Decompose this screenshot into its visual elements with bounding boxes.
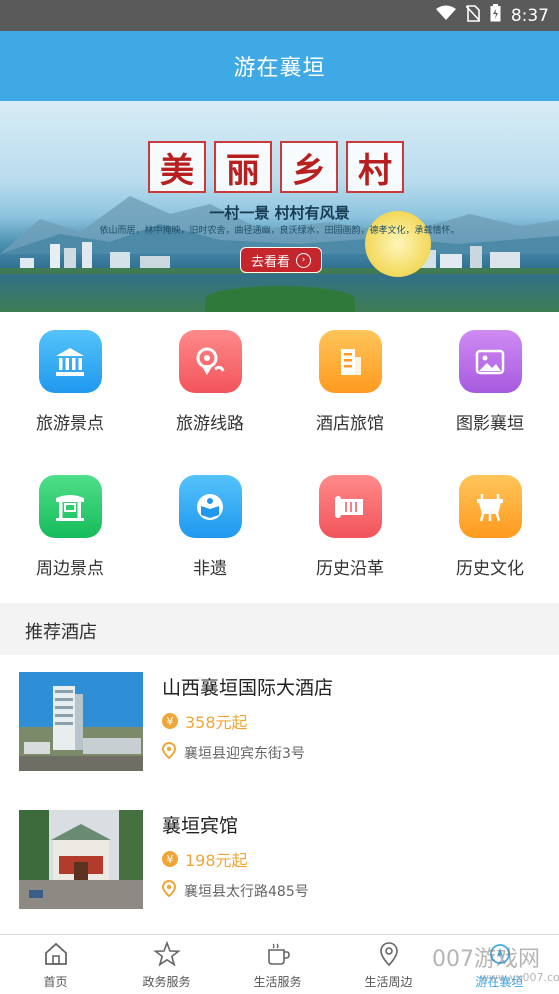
scroll-icon xyxy=(318,475,382,538)
headline-char: 丽 xyxy=(214,141,272,193)
location-pin-icon xyxy=(161,741,177,763)
hotel-name: 襄垣宾馆 xyxy=(162,815,239,837)
yen-icon: ¥ xyxy=(162,851,178,867)
home-icon xyxy=(44,942,67,965)
go-see-label: 去看看 xyxy=(250,254,290,270)
headline-char: 美 xyxy=(148,141,206,193)
book-icon xyxy=(178,475,242,538)
tab-label: 首页 xyxy=(43,975,68,989)
gate-icon xyxy=(38,475,102,538)
category-label: 非遗 xyxy=(193,559,227,579)
banner-small-text: 依山而居，林中掩映，旧时农舍，曲径通幽，良沃绿水，田园画韵，德孝文化，承载情怀。 xyxy=(99,226,460,236)
hotel-address: 襄垣县太行路485号 xyxy=(161,879,309,901)
category-label: 历史沿革 xyxy=(316,559,384,579)
hotel-photo xyxy=(19,672,143,771)
hotel-building-icon xyxy=(318,330,382,393)
tab-label: 生活服务 xyxy=(253,975,302,989)
price-text: 198元起 xyxy=(185,851,248,870)
category-grid: 旅游景点 旅游线路 酒店旅馆 图影襄垣 周边景点 非遗 历史沿革 历史文化 xyxy=(0,312,559,602)
headline-char: 乡 xyxy=(280,141,338,193)
category-label: 历史文化 xyxy=(456,559,524,579)
watermark-url: www.yx007.com xyxy=(480,971,559,984)
location-pin-icon xyxy=(161,879,177,901)
category-tour-routes[interactable]: 旅游线路 xyxy=(140,312,280,457)
location-icon xyxy=(379,942,398,967)
hotel-list-item[interactable]: 山西襄垣国际大酒店 ¥ 358元起 襄垣县迎宾东街3号 xyxy=(0,655,559,775)
hotel-list-item[interactable]: 襄垣宾馆 ¥ 198元起 襄垣县太行路485号 xyxy=(0,793,559,913)
category-hotels[interactable]: 酒店旅馆 xyxy=(280,312,420,457)
category-label: 周边景点 xyxy=(36,559,104,579)
tab-nearby[interactable]: 生活周边 xyxy=(333,935,444,994)
go-see-button[interactable]: 去看看 › xyxy=(240,247,322,273)
cup-icon xyxy=(267,943,290,965)
status-bar: 8:37 xyxy=(0,0,559,31)
page-title: 游在襄垣 xyxy=(233,56,326,81)
watermark: 007游戏网 www.yx007.com xyxy=(432,937,559,993)
star-icon xyxy=(152,940,181,967)
wifi-icon xyxy=(435,5,456,26)
headline-char: 村 xyxy=(346,141,404,193)
address-text: 襄垣县太行路485号 xyxy=(184,883,309,900)
category-tourist-spots[interactable]: 旅游景点 xyxy=(0,312,140,457)
hotel-price: ¥ 358元起 xyxy=(162,709,248,733)
arrow-right-icon: › xyxy=(296,252,311,268)
route-pin-icon xyxy=(178,330,242,393)
promo-banner[interactable]: 美 丽 乡 村 一村一景 村村有风景 依山而居，林中掩映，旧时农舍，曲径通幽，良… xyxy=(0,101,559,312)
category-culture[interactable]: 历史文化 xyxy=(420,457,559,602)
tab-label: 政务服务 xyxy=(142,975,191,989)
watermark-logo-text: 007游戏网 xyxy=(432,947,540,972)
category-label: 旅游景点 xyxy=(36,414,104,434)
hotel-photo xyxy=(19,810,143,909)
island-decoration xyxy=(205,286,355,312)
tab-home[interactable]: 首页 xyxy=(0,935,111,994)
banner-slogan: 一村一景 村村有风景 xyxy=(209,204,350,222)
recommended-hotels-header: 推荐酒店 xyxy=(0,603,559,655)
category-label: 旅游线路 xyxy=(176,414,244,434)
hotel-name: 山西襄垣国际大酒店 xyxy=(162,677,334,699)
hotel-price: ¥ 198元起 xyxy=(162,847,248,871)
address-text: 襄垣县迎宾东街3号 xyxy=(184,745,305,762)
picture-icon xyxy=(458,330,522,393)
banner-headline: 美 丽 乡 村 xyxy=(148,141,404,193)
temple-icon xyxy=(38,330,102,393)
tab-government-services[interactable]: 政务服务 xyxy=(111,935,222,994)
category-label: 图影襄垣 xyxy=(456,414,524,434)
section-title: 推荐酒店 xyxy=(25,622,97,643)
app-bar: 游在襄垣 xyxy=(0,31,559,101)
hotel-address: 襄垣县迎宾东街3号 xyxy=(161,741,305,763)
no-sim-icon xyxy=(465,4,481,27)
ding-vessel-icon xyxy=(458,475,522,538)
category-nearby-spots[interactable]: 周边景点 xyxy=(0,457,140,602)
category-label: 酒店旅馆 xyxy=(316,414,384,434)
battery-charging-icon xyxy=(490,4,501,27)
category-history[interactable]: 历史沿革 xyxy=(280,457,420,602)
tab-life-services[interactable]: 生活服务 xyxy=(222,935,333,994)
status-time: 8:37 xyxy=(510,5,549,26)
yen-icon: ¥ xyxy=(162,713,178,729)
category-intangible-heritage[interactable]: 非遗 xyxy=(140,457,280,602)
price-text: 358元起 xyxy=(185,713,248,732)
category-photo-gallery[interactable]: 图影襄垣 xyxy=(420,312,559,457)
tab-label: 生活周边 xyxy=(364,975,413,989)
